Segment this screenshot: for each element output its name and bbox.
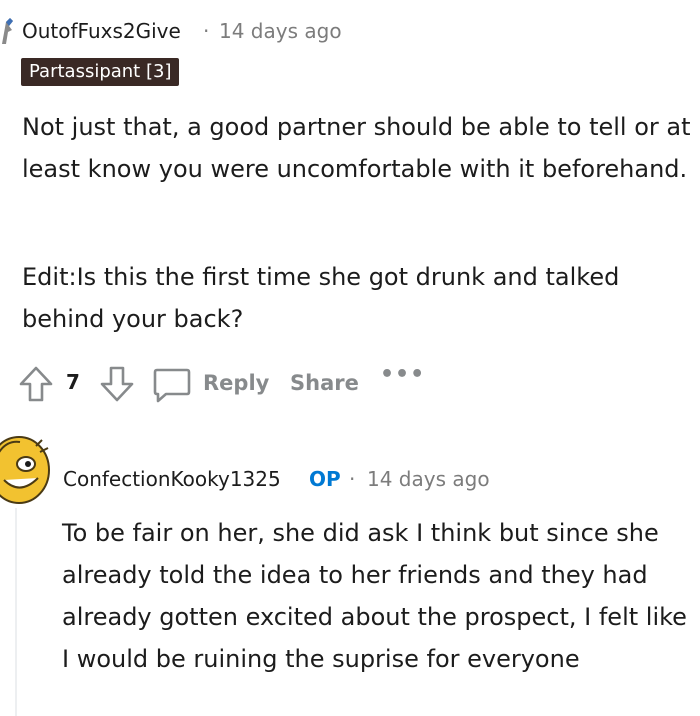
more-options-icon[interactable]: •••: [380, 362, 425, 387]
vote-score: 7: [66, 370, 80, 394]
share-button[interactable]: Share: [290, 371, 359, 395]
op-badge: OP: [309, 467, 341, 491]
username[interactable]: OutofFuxs2Give: [22, 19, 181, 43]
timestamp[interactable]: 14 days ago: [367, 467, 490, 491]
username[interactable]: ConfectionKooky1325: [63, 467, 281, 491]
comment-icon[interactable]: [152, 366, 192, 404]
reply-button[interactable]: Reply: [203, 371, 269, 395]
avatar-icon[interactable]: [0, 432, 52, 510]
user-flair: Partassipant [3]: [21, 58, 180, 86]
meta-separator: ·: [349, 467, 356, 491]
timestamp[interactable]: 14 days ago: [219, 19, 342, 43]
upvote-icon[interactable]: [18, 365, 54, 403]
meta-separator: ·: [203, 19, 210, 43]
comment-paragraph: Edit:Is this the first time she got drun…: [22, 263, 620, 333]
downvote-icon[interactable]: [99, 365, 135, 403]
avatar-icon[interactable]: [0, 16, 16, 46]
thread-line[interactable]: [15, 508, 17, 716]
comment-paragraph: Not just that, a good partner should be …: [22, 113, 691, 183]
comment-paragraph: To be fair on her, she did ask I think b…: [62, 519, 687, 673]
